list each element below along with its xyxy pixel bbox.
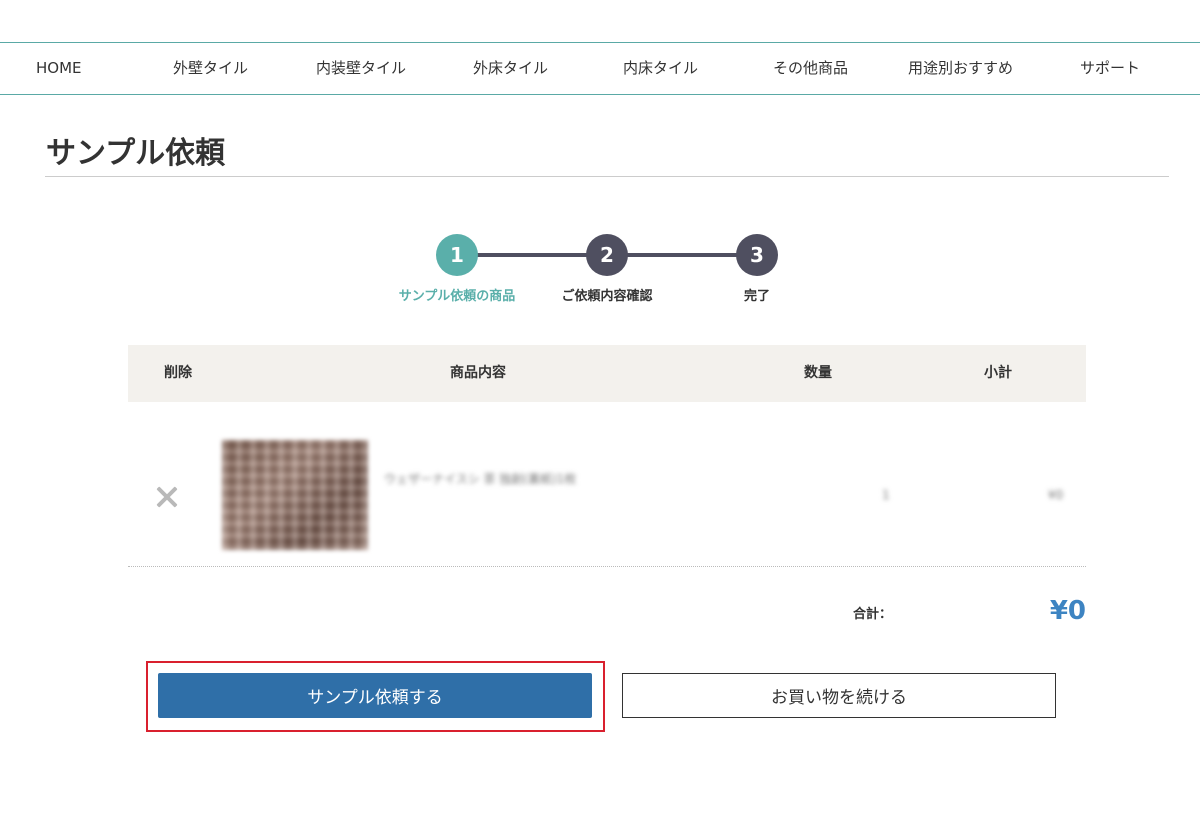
nav-item-exterior-floor-tile[interactable]: 外床タイル: [473, 43, 548, 94]
step-2-circle: 2: [586, 234, 628, 276]
product-subtotal: ¥0: [1048, 488, 1064, 502]
title-divider: [45, 176, 1169, 177]
continue-shopping-button[interactable]: お買い物を続ける: [622, 673, 1056, 718]
product-quantity: 1: [882, 488, 890, 502]
step-connector: [620, 253, 750, 257]
cart-table-header: 削除 商品内容 数量 小計: [128, 345, 1086, 402]
nav-item-home[interactable]: HOME: [36, 43, 82, 94]
product-name[interactable]: ウェザーナイスシ 茶 独創(裏紙)1枚: [384, 470, 576, 487]
step-3-circle: 3: [736, 234, 778, 276]
total-label: 合計：: [853, 607, 893, 622]
nav-item-other-products[interactable]: その他商品: [773, 43, 848, 94]
step-connector: [470, 253, 600, 257]
nav-item-interior-floor-tile[interactable]: 内床タイル: [623, 43, 698, 94]
step-3-label: 完了: [743, 289, 770, 304]
nav-item-exterior-wall-tile[interactable]: 外壁タイル: [173, 43, 248, 94]
column-header-subtotal: 小計: [984, 365, 1012, 381]
step-1-circle: 1: [436, 234, 478, 276]
global-nav: HOME 外壁タイル 内装壁タイル 外床タイル 内床タイル その他商品 用途別お…: [0, 42, 1200, 95]
total-value: ¥0: [1049, 596, 1086, 626]
page-title: サンプル依頼: [46, 136, 226, 171]
nav-item-recommended-by-use[interactable]: 用途別おすすめ: [908, 43, 1013, 94]
column-header-product: 商品内容: [450, 365, 506, 381]
submit-sample-request-button[interactable]: サンプル依頼する: [158, 673, 592, 718]
column-header-delete: 削除: [164, 365, 192, 381]
nav-item-interior-wall-tile[interactable]: 内装壁タイル: [316, 43, 406, 94]
product-thumbnail[interactable]: [222, 440, 368, 550]
close-icon[interactable]: [153, 483, 181, 511]
row-divider: [128, 566, 1086, 567]
nav-item-support[interactable]: サポート: [1080, 43, 1140, 94]
column-header-quantity: 数量: [804, 365, 832, 381]
